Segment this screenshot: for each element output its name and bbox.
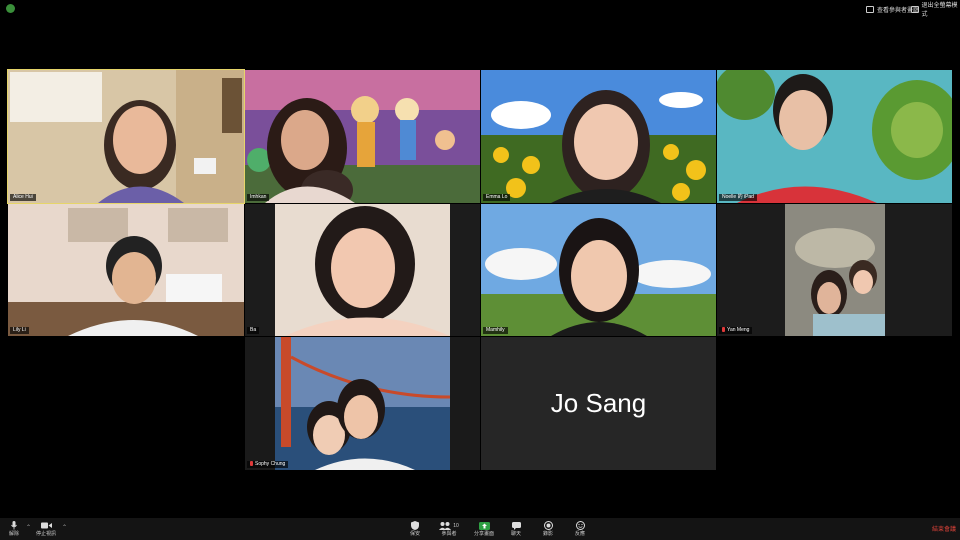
share-screen-button[interactable]: 分享畫面 xyxy=(470,520,498,540)
muted-mic-icon xyxy=(722,327,725,332)
participants-count: 10 xyxy=(453,522,459,529)
participant-video xyxy=(245,204,480,336)
participant-video xyxy=(245,70,480,203)
stop-video-label: 停止視訊 xyxy=(35,531,56,537)
share-screen-icon xyxy=(478,520,490,531)
reactions-smiley-icon xyxy=(575,520,585,531)
exit-fullscreen-icon xyxy=(911,5,919,13)
video-tile[interactable]: Ba xyxy=(245,204,480,336)
video-tile[interactable]: Lily Li xyxy=(8,204,244,336)
unmute-button[interactable]: 解除 xyxy=(0,520,28,540)
participants-button[interactable]: 10 參與者 xyxy=(435,520,463,540)
video-camera-icon xyxy=(40,520,52,531)
participant-video xyxy=(717,70,952,203)
video-tile[interactable]: Emma Lo xyxy=(481,70,716,203)
participant-name-placeholder: Jo Sang xyxy=(550,388,647,418)
exit-fullscreen-button[interactable]: 退出全螢幕模式 xyxy=(911,3,960,18)
encryption-shield-icon[interactable] xyxy=(6,4,15,13)
participant-video xyxy=(717,204,952,336)
participants-icon: 10 xyxy=(439,520,459,531)
participant-name-tag: Noelle 的 iPad xyxy=(719,194,757,201)
video-tile[interactable]: Alice Hui xyxy=(7,69,245,204)
participant-video xyxy=(245,337,480,470)
microphone-icon xyxy=(11,520,17,531)
video-options-chevron-icon[interactable]: ⌃ xyxy=(62,524,67,531)
chat-button[interactable]: 聊天 xyxy=(502,520,530,540)
unmute-label: 解除 xyxy=(8,531,19,537)
video-tile[interactable]: Yan Meng xyxy=(717,204,952,336)
security-label: 保安 xyxy=(409,531,420,537)
participant-name-tag: Emma Lo xyxy=(483,194,511,201)
end-meeting-button[interactable]: 結束會議 xyxy=(932,524,956,533)
share-screen-label: 分享畫面 xyxy=(473,531,494,537)
video-tile[interactable]: Noelle 的 iPad xyxy=(717,70,952,203)
meeting-toolbar: 解除 ⌃ 停止視訊 ⌃ 保安 10 參與者 分享畫面 聊天 錄影 反應 結束會議 xyxy=(0,518,960,540)
gallery-view-icon xyxy=(866,5,874,13)
video-tile[interactable]: Sophy Chung xyxy=(245,337,480,470)
security-button[interactable]: 保安 xyxy=(401,520,429,540)
record-label: 錄影 xyxy=(542,531,553,537)
participant-name-tag: Ba xyxy=(247,327,260,334)
video-tile[interactable]: Imhkan xyxy=(245,70,480,203)
record-button[interactable]: 錄影 xyxy=(534,520,562,540)
exit-fullscreen-label: 退出全螢幕模式 xyxy=(921,3,958,18)
participant-video xyxy=(8,70,244,203)
chat-label: 聊天 xyxy=(510,531,521,537)
video-tile-no-video[interactable]: Jo Sang xyxy=(481,337,716,470)
chat-bubble-icon xyxy=(511,520,521,531)
reactions-button[interactable]: 反應 xyxy=(566,520,594,540)
participant-name-tag: Imhkan xyxy=(247,194,270,201)
participant-video xyxy=(481,204,716,336)
video-tile[interactable]: Mamhily xyxy=(481,204,716,336)
muted-mic-icon xyxy=(250,461,253,466)
participant-video xyxy=(8,204,244,336)
participant-name-tag: Alice Hui xyxy=(10,194,36,201)
participant-name-tag: Yan Meng xyxy=(719,327,753,334)
stop-video-button[interactable]: 停止視訊 xyxy=(32,520,60,540)
participant-name-tag: Lily Li xyxy=(10,327,29,334)
record-icon xyxy=(543,520,553,531)
participant-video xyxy=(481,70,716,203)
reactions-label: 反應 xyxy=(574,531,585,537)
participant-name-tag: Mamhily xyxy=(483,327,508,334)
security-shield-icon xyxy=(411,520,419,531)
participant-name-tag: Sophy Chung xyxy=(247,461,289,468)
participants-label: 參與者 xyxy=(441,531,457,537)
top-bar: 查看參與者畫廊 退出全螢幕模式 xyxy=(0,2,960,18)
audio-options-chevron-icon[interactable]: ⌃ xyxy=(26,524,31,531)
